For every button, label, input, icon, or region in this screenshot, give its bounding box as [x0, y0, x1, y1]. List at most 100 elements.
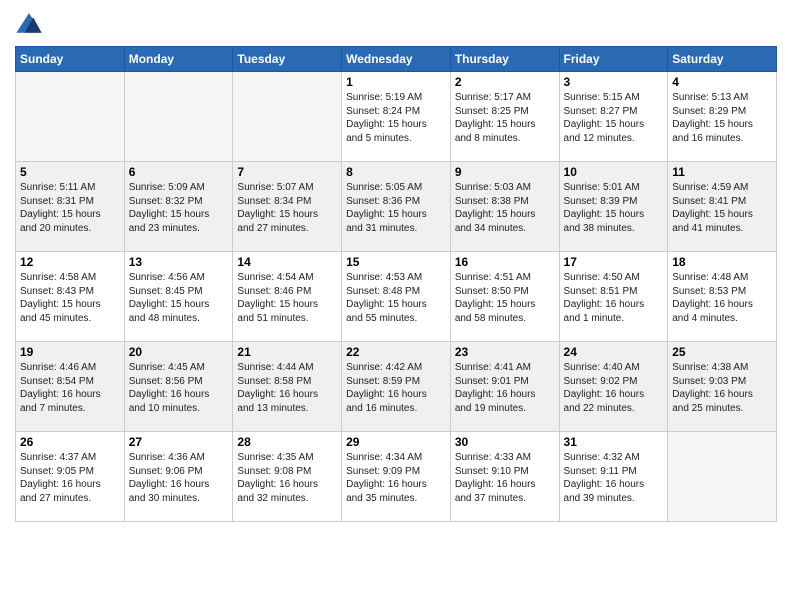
day-number: 15 [346, 255, 446, 269]
calendar-cell [16, 72, 125, 162]
week-row-2: 5 Sunrise: 5:11 AMSunset: 8:31 PMDaylight… [16, 162, 777, 252]
day-number: 2 [455, 75, 555, 89]
calendar-cell [233, 72, 342, 162]
calendar-cell: 10 Sunrise: 5:01 AMSunset: 8:39 PMDayligh… [559, 162, 668, 252]
day-header-monday: Monday [124, 47, 233, 72]
day-number: 24 [564, 345, 664, 359]
calendar-cell: 20 Sunrise: 4:45 AMSunset: 8:56 PMDayligh… [124, 342, 233, 432]
day-info: Sunrise: 4:44 AMSunset: 8:58 PMDaylight:… [237, 361, 337, 415]
calendar-cell: 29 Sunrise: 4:34 AMSunset: 9:09 PMDayligh… [342, 432, 451, 522]
day-number: 13 [129, 255, 229, 269]
day-number: 9 [455, 165, 555, 179]
day-number: 21 [237, 345, 337, 359]
day-info: Sunrise: 4:51 AMSunset: 8:50 PMDaylight:… [455, 271, 555, 325]
day-number: 6 [129, 165, 229, 179]
week-row-4: 19 Sunrise: 4:46 AMSunset: 8:54 PMDayligh… [16, 342, 777, 432]
calendar-cell: 18Sunrise: 4:48 AMSunset: 8:53 PMDayligh… [668, 252, 777, 342]
day-header-friday: Friday [559, 47, 668, 72]
day-info: Sunrise: 5:05 AMSunset: 8:36 PMDaylight:… [346, 181, 446, 235]
day-number: 10 [564, 165, 664, 179]
calendar-cell: 12 Sunrise: 4:58 AMSunset: 8:43 PMDayligh… [16, 252, 125, 342]
day-number: 31 [564, 435, 664, 449]
day-info: Sunrise: 4:42 AMSunset: 8:59 PMDaylight:… [346, 361, 446, 415]
day-header-wednesday: Wednesday [342, 47, 451, 72]
calendar-cell: 31 Sunrise: 4:32 AMSunset: 9:11 PMDayligh… [559, 432, 668, 522]
day-info: Sunrise: 4:33 AMSunset: 9:10 PMDaylight:… [455, 451, 555, 505]
day-info: Sunrise: 4:56 AMSunset: 8:45 PMDaylight:… [129, 271, 229, 325]
calendar-cell: 22 Sunrise: 4:42 AMSunset: 8:59 PMDayligh… [342, 342, 451, 432]
calendar-cell: 5 Sunrise: 5:11 AMSunset: 8:31 PMDaylight… [16, 162, 125, 252]
day-number: 25 [672, 345, 772, 359]
day-number: 11 [672, 165, 772, 179]
day-number: 16 [455, 255, 555, 269]
day-info: Sunrise: 5:11 AMSunset: 8:31 PMDaylight:… [20, 181, 120, 235]
day-info: Sunrise: 4:48 AMSunset: 8:53 PMDaylight:… [672, 271, 772, 325]
day-number: 26 [20, 435, 120, 449]
header-row: SundayMondayTuesdayWednesdayThursdayFrid… [16, 47, 777, 72]
day-header-tuesday: Tuesday [233, 47, 342, 72]
day-number: 20 [129, 345, 229, 359]
day-number: 14 [237, 255, 337, 269]
day-info: Sunrise: 5:17 AMSunset: 8:25 PMDaylight:… [455, 91, 555, 145]
calendar-cell: 14Sunrise: 4:54 AMSunset: 8:46 PMDayligh… [233, 252, 342, 342]
day-info: Sunrise: 4:59 AMSunset: 8:41 PMDaylight:… [672, 181, 772, 235]
calendar-cell: 26Sunrise: 4:37 AMSunset: 9:05 PMDayligh… [16, 432, 125, 522]
calendar-cell: 19 Sunrise: 4:46 AMSunset: 8:54 PMDayligh… [16, 342, 125, 432]
day-info: Sunrise: 5:19 AMSunset: 8:24 PMDaylight:… [346, 91, 446, 145]
calendar-cell [668, 432, 777, 522]
day-number: 12 [20, 255, 120, 269]
day-info: Sunrise: 4:53 AMSunset: 8:48 PMDaylight:… [346, 271, 446, 325]
day-number: 7 [237, 165, 337, 179]
day-number: 8 [346, 165, 446, 179]
calendar-cell: 6 Sunrise: 5:09 AMSunset: 8:32 PMDaylight… [124, 162, 233, 252]
day-info: Sunrise: 4:32 AMSunset: 9:11 PMDaylight:… [564, 451, 664, 505]
day-number: 19 [20, 345, 120, 359]
day-number: 17 [564, 255, 664, 269]
calendar-cell: 27 Sunrise: 4:36 AMSunset: 9:06 PMDayligh… [124, 432, 233, 522]
calendar-cell: 21 Sunrise: 4:44 AMSunset: 8:58 PMDayligh… [233, 342, 342, 432]
day-info: Sunrise: 4:45 AMSunset: 8:56 PMDaylight:… [129, 361, 229, 415]
day-info: Sunrise: 5:09 AMSunset: 8:32 PMDaylight:… [129, 181, 229, 235]
day-info: Sunrise: 5:13 AMSunset: 8:29 PMDaylight:… [672, 91, 772, 145]
day-info: Sunrise: 4:40 AMSunset: 9:02 PMDaylight:… [564, 361, 664, 415]
day-number: 29 [346, 435, 446, 449]
day-number: 22 [346, 345, 446, 359]
calendar-cell: 23Sunrise: 4:41 AMSunset: 9:01 PMDayligh… [450, 342, 559, 432]
calendar-cell: 15 Sunrise: 4:53 AMSunset: 8:48 PMDayligh… [342, 252, 451, 342]
day-info: Sunrise: 4:36 AMSunset: 9:06 PMDaylight:… [129, 451, 229, 505]
calendar-cell: 3 Sunrise: 5:15 AMSunset: 8:27 PMDaylight… [559, 72, 668, 162]
day-info: Sunrise: 4:34 AMSunset: 9:09 PMDaylight:… [346, 451, 446, 505]
logo-icon [15, 10, 43, 38]
day-info: Sunrise: 4:46 AMSunset: 8:54 PMDaylight:… [20, 361, 120, 415]
calendar-cell: 16 Sunrise: 4:51 AMSunset: 8:50 PMDayligh… [450, 252, 559, 342]
calendar-cell: 13 Sunrise: 4:56 AMSunset: 8:45 PMDayligh… [124, 252, 233, 342]
day-info: Sunrise: 4:35 AMSunset: 9:08 PMDaylight:… [237, 451, 337, 505]
day-number: 30 [455, 435, 555, 449]
calendar-cell [124, 72, 233, 162]
day-number: 3 [564, 75, 664, 89]
day-number: 5 [20, 165, 120, 179]
day-info: Sunrise: 4:58 AMSunset: 8:43 PMDaylight:… [20, 271, 120, 325]
calendar-cell: 4Sunrise: 5:13 AMSunset: 8:29 PMDaylight… [668, 72, 777, 162]
day-number: 27 [129, 435, 229, 449]
day-info: Sunrise: 4:50 AMSunset: 8:51 PMDaylight:… [564, 271, 664, 325]
week-row-1: 1 Sunrise: 5:19 AMSunset: 8:24 PMDaylight… [16, 72, 777, 162]
day-number: 1 [346, 75, 446, 89]
week-row-5: 26Sunrise: 4:37 AMSunset: 9:05 PMDayligh… [16, 432, 777, 522]
day-number: 28 [237, 435, 337, 449]
calendar-table: SundayMondayTuesdayWednesdayThursdayFrid… [15, 46, 777, 522]
calendar-cell: 30 Sunrise: 4:33 AMSunset: 9:10 PMDayligh… [450, 432, 559, 522]
calendar-cell: 24 Sunrise: 4:40 AMSunset: 9:02 PMDayligh… [559, 342, 668, 432]
week-row-3: 12 Sunrise: 4:58 AMSunset: 8:43 PMDayligh… [16, 252, 777, 342]
day-header-thursday: Thursday [450, 47, 559, 72]
logo [15, 10, 45, 38]
day-info: Sunrise: 5:07 AMSunset: 8:34 PMDaylight:… [237, 181, 337, 235]
calendar-cell: 2 Sunrise: 5:17 AMSunset: 8:25 PMDaylight… [450, 72, 559, 162]
calendar-cell: 25Sunrise: 4:38 AMSunset: 9:03 PMDayligh… [668, 342, 777, 432]
day-number: 23 [455, 345, 555, 359]
day-info: Sunrise: 5:15 AMSunset: 8:27 PMDaylight:… [564, 91, 664, 145]
calendar-cell: 9 Sunrise: 5:03 AMSunset: 8:38 PMDaylight… [450, 162, 559, 252]
day-info: Sunrise: 5:03 AMSunset: 8:38 PMDaylight:… [455, 181, 555, 235]
calendar-cell: 17 Sunrise: 4:50 AMSunset: 8:51 PMDayligh… [559, 252, 668, 342]
day-info: Sunrise: 5:01 AMSunset: 8:39 PMDaylight:… [564, 181, 664, 235]
